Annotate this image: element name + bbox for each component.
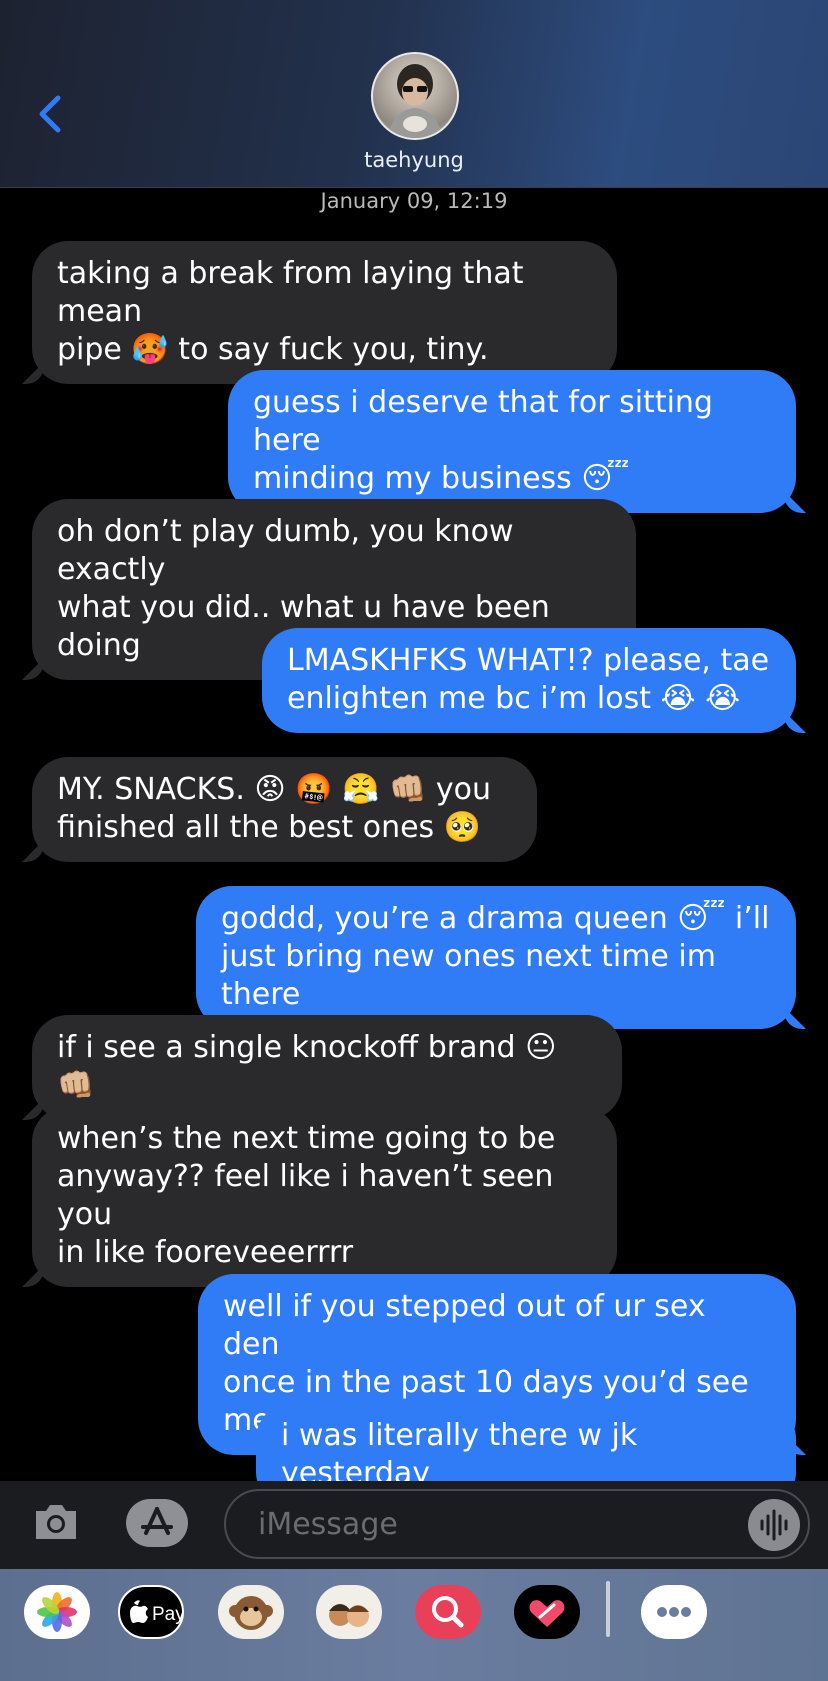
incoming-message-bubble[interactable]: taking a break from laying that mean pip… [22, 241, 617, 384]
contact-avatar[interactable] [371, 52, 459, 140]
back-button[interactable] [32, 92, 66, 136]
photos-icon [37, 1592, 77, 1632]
message-line: enlighten me bc i’m lost 😭 😭 [287, 681, 741, 716]
message-line: well if you stepped out of ur sex den [223, 1289, 706, 1362]
bubble-tail [22, 658, 44, 680]
digital-touch-icon [529, 1600, 565, 1627]
message-line: MY. SNACKS. 😡 🤬 😤 👊🏼 you [57, 772, 492, 807]
outgoing-message-bubble[interactable]: goddd, you’re a drama queen 😴 i’ll just … [196, 886, 806, 1029]
camera-button[interactable] [32, 1501, 80, 1543]
outgoing-message-bubble[interactable]: LMASKHFKS WHAT!? please, tae enlighten m… [262, 628, 806, 733]
incoming-message-bubble[interactable]: MY. SNACKS. 😡 🤬 😤 👊🏼 you finished all th… [22, 757, 537, 862]
message-input[interactable]: iMessage [224, 1489, 810, 1559]
contact-name[interactable]: taehyung [0, 148, 828, 172]
animoji-icon [229, 1596, 273, 1630]
thread-timestamp: January 09, 12:19 [320, 189, 508, 213]
avatar-image [387, 64, 443, 138]
audio-record-button[interactable] [748, 1499, 800, 1551]
message-line: when’s the next time going to be [57, 1121, 556, 1156]
camera-icon [36, 1505, 76, 1539]
chevron-left-icon [39, 95, 61, 133]
message-line: anyway?? feel like i haven’t seen you [57, 1159, 554, 1232]
digital-touch-button[interactable] [514, 1585, 580, 1639]
message-line: taking a break from laying that mean [57, 256, 524, 329]
message-line: just bring new ones next time im there [221, 939, 716, 1012]
message-line: minding my business 😴 [253, 461, 630, 496]
message-input-placeholder: iMessage [258, 1507, 398, 1542]
apple-pay-icon: Pay [130, 1600, 185, 1625]
animoji-button[interactable] [218, 1585, 284, 1639]
more-apps-icon [657, 1607, 691, 1617]
bubble-tail [22, 1265, 44, 1287]
bubble-tail [784, 491, 806, 513]
bubble-tail [784, 711, 806, 733]
outgoing-message-bubble[interactable]: guess i deserve that for sitting here mi… [228, 370, 806, 513]
app-store-icon [141, 1507, 173, 1535]
more-apps-button[interactable] [641, 1585, 707, 1639]
app-store-button[interactable] [126, 1499, 188, 1547]
message-line: goddd, you’re a drama queen 😴 i’ll [221, 901, 770, 936]
memoji-icon [329, 1604, 369, 1627]
waveform-icon [760, 1509, 788, 1541]
image-search-icon [432, 1596, 464, 1628]
image-search-button[interactable] [415, 1585, 481, 1639]
message-line: LMASKHFKS WHAT!? please, tae [287, 643, 770, 678]
message-line: in like fooreveeerrrr [57, 1235, 354, 1270]
apple-pay-button[interactable]: Pay [118, 1585, 185, 1639]
conversation-header: taehyung [0, 0, 828, 188]
message-line: finished all the best ones 🥺 [57, 810, 482, 845]
bubble-tail [22, 362, 44, 384]
apple-pay-label: Pay [152, 1604, 182, 1625]
compose-bar: iMessage [0, 1481, 828, 1569]
message-line: pipe 🥵 to say fuck you, tiny. [57, 332, 489, 367]
drawer-divider [606, 1581, 610, 1637]
message-line: if i see a single knockoff brand 😐 👊🏼 [57, 1030, 557, 1103]
bubble-tail [784, 1007, 806, 1029]
message-line: oh don’t play dumb, you know exactly [57, 514, 514, 587]
bubble-tail [22, 840, 44, 862]
incoming-message-bubble[interactable]: when’s the next time going to be anyway?… [22, 1106, 617, 1287]
message-line: guess i deserve that for sitting here [253, 385, 713, 458]
memoji-button[interactable] [316, 1585, 382, 1639]
photos-app-button[interactable] [24, 1585, 90, 1639]
incoming-message-bubble[interactable]: if i see a single knockoff brand 😐 👊🏼 [22, 1015, 622, 1120]
app-drawer: Pay [0, 1569, 828, 1681]
